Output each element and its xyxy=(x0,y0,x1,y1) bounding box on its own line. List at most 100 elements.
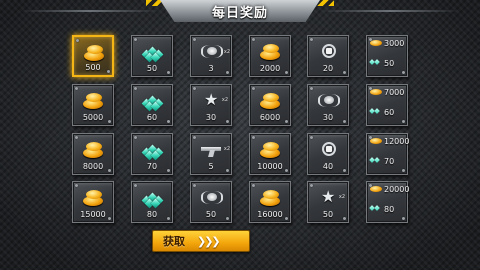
reward-slot[interactable]: 20000 80 xyxy=(366,181,410,223)
gold-coins-icon xyxy=(259,42,283,62)
reward-slot[interactable]: 40 xyxy=(307,133,349,175)
reward-slot[interactable]: 12000 70 xyxy=(366,133,409,175)
reward-slot[interactable]: 7000 60 xyxy=(366,84,408,126)
reward-quantity: 500 xyxy=(85,63,101,72)
reward-slot[interactable]: 50 xyxy=(190,181,232,223)
reward-quantity: 15000 xyxy=(80,210,106,219)
star-emblem-icon: ★ x2 xyxy=(317,187,345,208)
spider-robot-icon xyxy=(317,91,341,111)
gold-and-gems-icon: 20000 80 xyxy=(367,182,410,222)
reward-slot[interactable]: 30 xyxy=(307,84,349,126)
chevron-right-icon: ❯❯❯ xyxy=(197,234,221,248)
gem-shape xyxy=(374,157,380,163)
quantity-multiplier: x2 xyxy=(223,146,230,152)
reward-slot[interactable]: ★ x2 30 xyxy=(190,84,232,126)
reward-slot[interactable]: 8000 xyxy=(72,133,114,175)
reward-quantity: 6000 xyxy=(259,113,281,122)
claim-button-label: 获取 xyxy=(163,235,185,248)
reward-slot[interactable]: 5000 xyxy=(72,84,114,126)
gold-coins-icon xyxy=(370,186,382,192)
gold-coins-icon xyxy=(82,140,106,160)
coin-shape xyxy=(263,44,279,53)
gems-icon xyxy=(141,188,165,209)
reward-quantity: 2000 xyxy=(259,64,281,73)
gold-amount: 20000 xyxy=(384,185,410,194)
gold-coins-icon xyxy=(370,40,382,46)
reward-slot[interactable]: 20 xyxy=(307,35,349,77)
robot-body xyxy=(324,96,334,104)
coin-shape xyxy=(263,190,279,199)
gold-coins-icon xyxy=(259,140,283,160)
spider-robot-icon xyxy=(200,188,224,208)
gun-grip xyxy=(208,150,215,157)
reward-slot[interactable]: 60 xyxy=(131,84,173,126)
reward-quantity: 50 xyxy=(322,210,334,219)
star-shape: ★ xyxy=(204,90,219,109)
reward-slot[interactable]: 50 xyxy=(131,35,173,77)
gold-and-gems-icon: 3000 50 xyxy=(367,36,407,76)
gems-icon xyxy=(369,205,380,211)
reward-slot[interactable]: ★ x2 50 xyxy=(307,181,349,223)
reward-slot[interactable]: 6000 xyxy=(249,84,291,126)
reward-slot[interactable]: 500 xyxy=(72,35,114,77)
gold-coins-icon xyxy=(82,91,106,111)
reward-slot[interactable]: x2 3 xyxy=(190,35,232,77)
gems-icon xyxy=(369,59,380,65)
reward-slot[interactable]: x2 5 xyxy=(190,133,232,175)
star-shape: ★ xyxy=(321,187,336,206)
coin-shape xyxy=(87,45,103,54)
drone-core xyxy=(326,146,332,152)
quantity-multiplier: x2 xyxy=(221,97,228,103)
reward-quantity: 40 xyxy=(322,162,334,171)
coin-shape xyxy=(263,93,279,102)
drone-core xyxy=(326,48,332,54)
reward-quantity: 30 xyxy=(205,113,217,122)
reward-quantity: 30 xyxy=(322,113,334,122)
reward-quantity: 60 xyxy=(146,113,158,122)
reward-quantity: 5 xyxy=(208,162,214,171)
robot-body xyxy=(207,193,217,201)
gem-amount: 50 xyxy=(384,59,395,68)
reward-quantity: 70 xyxy=(146,162,158,171)
gems-icon xyxy=(369,157,380,163)
gem-shape xyxy=(374,205,380,211)
reward-quantity: 50 xyxy=(205,210,217,219)
reward-slot[interactable]: 3000 50 xyxy=(366,35,408,77)
reward-slot[interactable]: 70 xyxy=(131,133,173,175)
quantity-multiplier: x2 xyxy=(338,194,345,200)
spider-robot-icon: x2 xyxy=(200,42,230,62)
claim-button[interactable]: 获取 ❯❯❯ xyxy=(152,230,250,252)
robot-body xyxy=(207,47,217,55)
reward-quantity: 16000 xyxy=(257,210,283,219)
gem-amount: 80 xyxy=(384,205,395,214)
gem-amount: 60 xyxy=(384,108,395,117)
reward-slot[interactable]: 10000 xyxy=(249,133,291,175)
reward-slot[interactable]: 2000 xyxy=(249,35,291,77)
coin-shape xyxy=(86,93,102,102)
gold-coins-icon xyxy=(82,188,106,208)
gold-coins-icon xyxy=(370,138,382,144)
gem-amount: 70 xyxy=(384,157,395,166)
gun-icon: x2 xyxy=(200,140,230,160)
gems-icon xyxy=(141,140,165,161)
coin-shape xyxy=(263,142,279,151)
gold-and-gems-icon: 7000 60 xyxy=(367,85,407,125)
gold-coins-icon xyxy=(259,188,283,208)
quantity-multiplier: x2 xyxy=(223,49,230,55)
gold-amount: 7000 xyxy=(384,88,405,97)
reward-quantity: 50 xyxy=(146,64,158,73)
gold-coins-icon xyxy=(83,43,107,63)
coin-shape xyxy=(86,190,102,199)
gems-icon xyxy=(141,42,165,63)
gold-coins-icon xyxy=(370,89,382,95)
mech-drone-icon xyxy=(317,140,341,160)
reward-quantity: 20 xyxy=(322,64,334,73)
gem-shape xyxy=(374,59,380,65)
reward-slot[interactable]: 16000 xyxy=(249,181,291,223)
gold-and-gems-icon: 12000 70 xyxy=(367,134,409,174)
gems-icon xyxy=(369,108,380,114)
reward-slot[interactable]: 15000 xyxy=(72,181,114,223)
reward-slot[interactable]: 80 xyxy=(131,181,173,223)
reward-quantity: 8000 xyxy=(82,162,104,171)
mech-drone-icon xyxy=(317,42,341,62)
